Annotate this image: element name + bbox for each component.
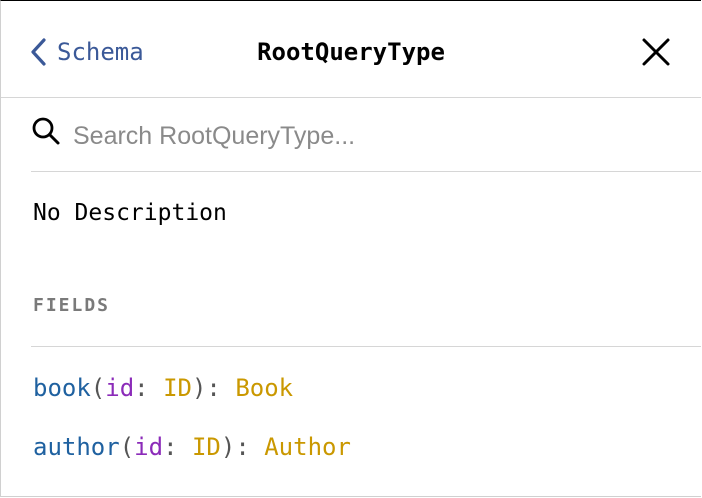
- fields-section-heading: FIELDS: [33, 295, 111, 316]
- close-paren-colon: ):: [220, 433, 265, 461]
- close-icon: [641, 38, 671, 71]
- arg-name: id: [105, 374, 135, 402]
- return-type-link[interactable]: Book: [235, 374, 293, 402]
- close-paren-colon: ):: [191, 374, 236, 402]
- search-input[interactable]: [73, 116, 673, 156]
- search-icon: [31, 116, 61, 146]
- field-row: book(id: ID): Book: [33, 371, 293, 405]
- page-title: RootQueryType: [257, 38, 445, 66]
- open-paren: (: [90, 374, 106, 402]
- arg-name: id: [134, 433, 164, 461]
- open-paren: (: [119, 433, 135, 461]
- field-name-link[interactable]: author: [33, 433, 120, 461]
- field-row: author(id: ID): Author: [33, 430, 351, 464]
- search-bar: [31, 98, 701, 172]
- doc-explorer-panel: Schema RootQueryType No Description FIEL…: [0, 0, 701, 497]
- return-type-link[interactable]: Author: [264, 433, 351, 461]
- type-description: No Description: [33, 200, 227, 226]
- doc-explorer-header: Schema RootQueryType: [1, 1, 701, 98]
- arg-type-link[interactable]: ID: [192, 433, 221, 461]
- fields-divider: [31, 346, 701, 347]
- arg-type-link[interactable]: ID: [163, 374, 192, 402]
- close-button[interactable]: [641, 37, 671, 67]
- arg-colon: :: [134, 374, 164, 402]
- arg-colon: :: [163, 433, 192, 461]
- field-name-link[interactable]: book: [33, 374, 91, 402]
